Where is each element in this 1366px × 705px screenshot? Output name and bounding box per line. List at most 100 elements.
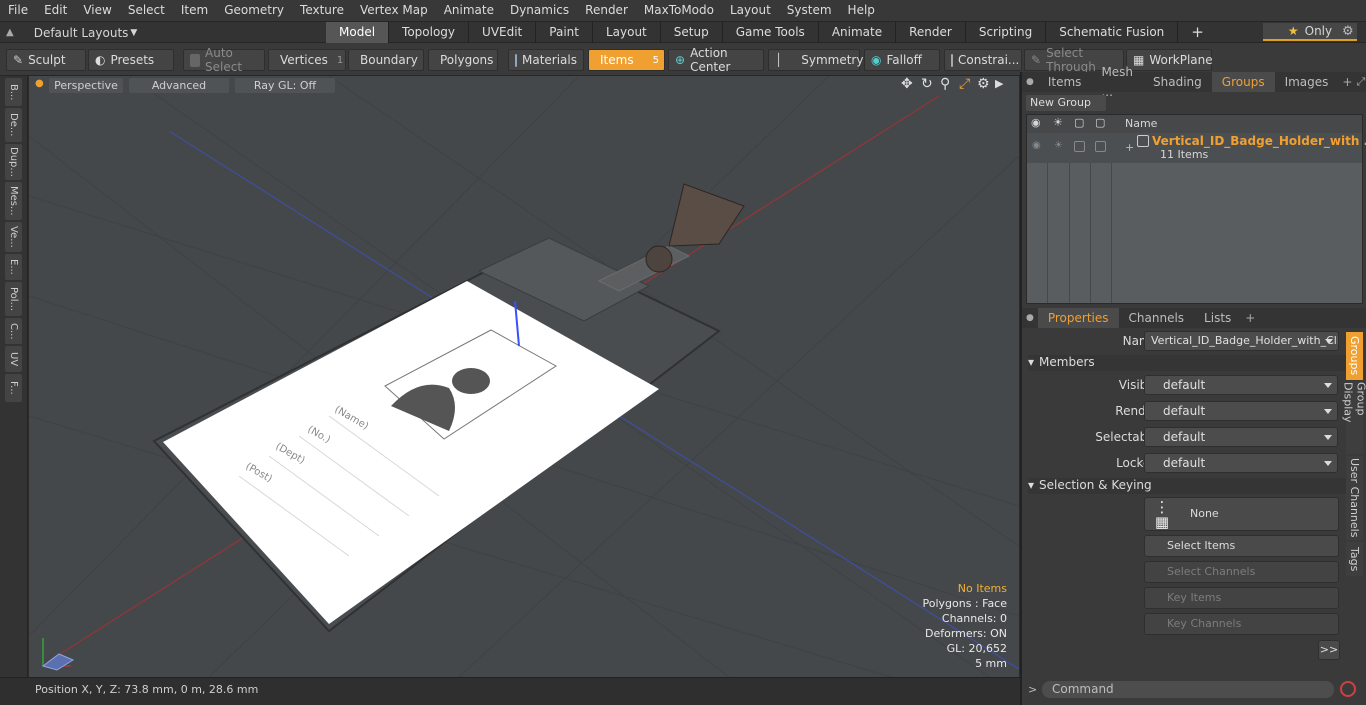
zoom-view-icon[interactable]: ⚲ — [940, 76, 950, 92]
locked-dropdown[interactable]: default — [1144, 453, 1338, 473]
materials-button[interactable]: Materials — [508, 49, 584, 71]
menu-dynamics[interactable]: Dynamics — [502, 0, 577, 21]
expand-panel-icon[interactable]: ⤢ — [1356, 75, 1365, 89]
polygons-button[interactable]: Polygons — [428, 49, 498, 71]
tab-schematic-fusion[interactable]: Schematic Fusion — [1046, 22, 1179, 43]
tab-images[interactable]: Images — [1275, 72, 1339, 92]
items-button[interactable]: Items 5 — [588, 49, 665, 71]
advanced-dropdown[interactable]: Advanced — [129, 78, 229, 93]
add-props-tab-icon[interactable]: + — [1241, 311, 1259, 325]
key-channels-button[interactable]: Key Channels — [1144, 613, 1339, 635]
left-tool-curve[interactable]: C... — [5, 318, 22, 344]
menu-system[interactable]: System — [779, 0, 840, 21]
tab-groups[interactable]: Groups — [1211, 72, 1275, 92]
tab-render[interactable]: Render — [896, 22, 966, 43]
new-group-button[interactable]: New Group — [1026, 95, 1106, 111]
left-tool-b[interactable]: B... — [5, 78, 22, 106]
vtab-group-display[interactable]: Group Display — [1342, 382, 1366, 454]
selection-keying-section[interactable]: Selection & Keying — [1028, 478, 1362, 494]
tab-lists[interactable]: Lists — [1194, 308, 1241, 328]
vtab-tags[interactable]: Tags — [1346, 542, 1363, 576]
add-tab-icon[interactable]: + — [1338, 75, 1356, 89]
perspective-dropdown[interactable]: Perspective — [49, 78, 123, 93]
select-items-button[interactable]: Select Items — [1144, 535, 1339, 557]
rotate-view-icon[interactable]: ↻ — [921, 76, 933, 92]
tab-shading[interactable]: Shading — [1143, 72, 1212, 92]
viewport-expand-icon[interactable]: ▶ — [995, 77, 1003, 90]
tab-items[interactable]: Items — [1038, 72, 1092, 92]
falloff-button[interactable]: ◉ Falloff — [864, 49, 940, 71]
panel-menu-dot[interactable]: ● — [1022, 77, 1038, 87]
tab-layout[interactable]: Layout — [593, 22, 661, 43]
raygl-dropdown[interactable]: Ray GL: Off — [235, 78, 335, 93]
menu-item[interactable]: Item — [173, 0, 216, 21]
lock-icon[interactable]: ▢ — [1095, 116, 1105, 129]
viewport-menu-dot[interactable]: ● — [35, 78, 44, 89]
menu-maxtomodo[interactable]: MaxToModo — [636, 0, 722, 21]
menu-vertex-map[interactable]: Vertex Map — [352, 0, 436, 21]
left-tool-vertex[interactable]: Ve... — [5, 222, 22, 252]
auto-select-button[interactable]: Auto Select — [183, 46, 265, 74]
eye-icon[interactable]: ◉ — [1031, 116, 1041, 129]
add-tab-icon[interactable]: + — [1178, 22, 1217, 43]
select-channels-button[interactable]: Select Channels — [1144, 561, 1339, 583]
menu-file[interactable]: File — [0, 0, 36, 21]
tab-topology[interactable]: Topology — [389, 22, 470, 43]
row-eye-icon[interactable]: ◉ — [1032, 140, 1041, 151]
render-icon[interactable]: ☀ — [1053, 116, 1063, 129]
move-view-icon[interactable]: ✥ — [901, 76, 913, 92]
left-tool-fusion[interactable]: F... — [5, 374, 22, 402]
menu-geometry[interactable]: Geometry — [216, 0, 292, 21]
select-lock-icon[interactable]: ▢ — [1074, 116, 1084, 129]
left-tool-edge[interactable]: E... — [5, 254, 22, 280]
tab-uvedit[interactable]: UVEdit — [469, 22, 537, 43]
tab-model[interactable]: Model — [326, 22, 390, 43]
tab-game-tools[interactable]: Game Tools — [723, 22, 819, 43]
row-select-checkbox[interactable] — [1074, 141, 1085, 152]
left-tool-uv[interactable]: UV — [5, 346, 22, 372]
tab-properties[interactable]: Properties — [1037, 308, 1119, 328]
menu-texture[interactable]: Texture — [292, 0, 352, 21]
menu-select[interactable]: Select — [120, 0, 173, 21]
vtab-groups[interactable]: Groups — [1346, 332, 1363, 380]
row-lock-checkbox[interactable] — [1095, 141, 1106, 152]
vtab-user-channels[interactable]: User Channels — [1346, 456, 1363, 540]
name-field[interactable]: Vertical_ID_Badge_Holder_with_Clip ( — [1144, 331, 1339, 351]
left-tool-polygon[interactable]: Pol... — [5, 282, 22, 316]
tab-paint[interactable]: Paint — [536, 22, 593, 43]
render-dropdown[interactable]: default — [1144, 401, 1338, 421]
menu-animate[interactable]: Animate — [436, 0, 502, 21]
fit-view-icon[interactable]: ⤢ — [959, 76, 970, 92]
more-button[interactable]: >> — [1318, 640, 1340, 660]
menu-edit[interactable]: Edit — [36, 0, 75, 21]
row-render-icon[interactable]: ☀ — [1054, 140, 1063, 151]
menu-help[interactable]: Help — [840, 0, 883, 21]
group-row[interactable]: ◉ ☀ + Vertical_ID_Badge_Holder_with ... … — [1027, 133, 1366, 163]
layouts-dropdown[interactable]: ▲ Default Layouts ▼ — [6, 22, 137, 43]
members-section[interactable]: Members — [1028, 355, 1362, 371]
symmetry-button[interactable]: │ Symmetry — [768, 49, 863, 71]
tab-scripting[interactable]: Scripting — [966, 22, 1047, 43]
visible-dropdown[interactable]: default — [1144, 375, 1338, 395]
sculpt-button[interactable]: ✎ Sculpt — [6, 49, 86, 71]
boundary-button[interactable]: Boundary — [348, 49, 424, 71]
vertices-button[interactable]: Vertices 1 — [268, 49, 346, 71]
tab-setup[interactable]: Setup — [661, 22, 723, 43]
menu-view[interactable]: View — [75, 0, 119, 21]
props-menu-dot[interactable]: ● — [1022, 313, 1038, 323]
command-input[interactable]: Command — [1042, 681, 1334, 698]
presets-button[interactable]: ◐ Presets — [88, 49, 174, 71]
viewport-gear-icon[interactable]: ⚙ — [977, 76, 990, 92]
gear-icon[interactable]: ⚙ — [1342, 24, 1354, 39]
expand-icon[interactable]: + — [1125, 141, 1134, 154]
selectable-dropdown[interactable]: default — [1144, 427, 1338, 447]
tab-channels[interactable]: Channels — [1119, 308, 1195, 328]
3d-viewport[interactable]: (Name) (No.) (Dept) (Post) ● Perspective… — [29, 76, 1019, 677]
constraints-button[interactable]: Constrai... — [944, 49, 1022, 71]
action-center-button[interactable]: ⊕ Action Center — [668, 46, 764, 74]
menu-render[interactable]: Render — [577, 0, 636, 21]
none-button[interactable]: ⋮ ▦ None — [1144, 497, 1339, 531]
tab-animate[interactable]: Animate — [819, 22, 897, 43]
record-icon[interactable] — [1340, 681, 1356, 697]
key-items-button[interactable]: Key Items — [1144, 587, 1339, 609]
